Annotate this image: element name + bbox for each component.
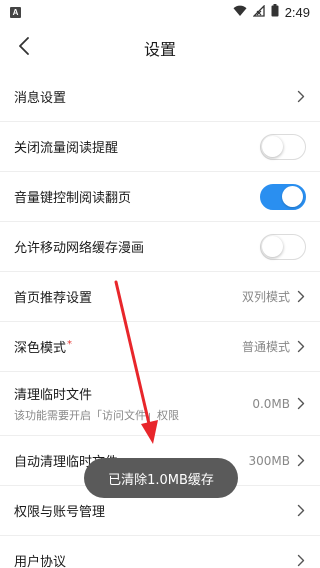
chevron-right-icon xyxy=(296,90,306,104)
row-label: 权限与账号管理 xyxy=(14,505,106,520)
row-message-settings[interactable]: 消息设置 xyxy=(0,72,320,122)
row-label: 允许移动网络缓存漫画 xyxy=(14,241,145,256)
row-clear-temp-files[interactable]: 清理临时文件 该功能需要开启「访问文件」权限 0.0MB xyxy=(0,372,320,436)
row-value: 300MB xyxy=(248,453,291,468)
close-data-reading-reminder-toggle[interactable] xyxy=(260,133,306,160)
row-label: 首页推荐设置 xyxy=(14,291,93,306)
row-user-agreement[interactable]: 用户协议 xyxy=(0,536,320,568)
row-close-data-reading-reminder: 关闭流量阅读提醒 xyxy=(0,122,320,172)
status-time: 2:49 xyxy=(284,4,310,20)
status-bar: A 2:49 xyxy=(0,0,320,24)
app-notification-icon: A xyxy=(10,6,21,18)
settings-screen: A 2:49 设置 消息设置 关闭流量阅读提醒 音量键控制阅读翻页 允许移动网络… xyxy=(0,0,320,568)
chevron-right-icon xyxy=(296,397,306,411)
row-homepage-recommend[interactable]: 首页推荐设置 双列模式 xyxy=(0,272,320,322)
wifi-icon xyxy=(233,5,247,20)
toggle-knob xyxy=(262,135,283,157)
allow-mobile-cache-comics-toggle[interactable] xyxy=(260,233,306,260)
row-label: 音量键控制阅读翻页 xyxy=(14,191,132,206)
chevron-right-icon xyxy=(296,340,306,354)
row-dark-mode[interactable]: 深色模式* 普通模式 xyxy=(0,322,320,372)
toggle-knob xyxy=(282,185,303,207)
toggle-knob xyxy=(262,235,283,257)
row-label: 深色模式 xyxy=(14,341,67,356)
page-title: 设置 xyxy=(143,40,176,59)
back-button[interactable] xyxy=(12,36,36,60)
toast-message: 已清除1.0MB缓存 xyxy=(84,458,238,498)
new-marker: * xyxy=(67,338,73,350)
row-value: 双列模式 xyxy=(241,290,290,304)
chevron-right-icon xyxy=(296,504,306,518)
row-value: 普通模式 xyxy=(241,340,290,354)
row-allow-mobile-cache-comics: 允许移动网络缓存漫画 xyxy=(0,222,320,272)
title-bar: 设置 xyxy=(0,24,320,72)
row-description: 该功能需要开启「访问文件」权限 xyxy=(14,409,179,422)
chevron-right-icon xyxy=(296,454,306,468)
row-label: 消息设置 xyxy=(14,91,67,106)
volume-key-page-turn-toggle[interactable] xyxy=(260,183,306,210)
signal-icon xyxy=(252,3,265,20)
row-label: 用户协议 xyxy=(14,555,67,568)
chevron-right-icon xyxy=(296,290,306,304)
battery-icon xyxy=(271,4,279,20)
row-volume-key-page-turn: 音量键控制阅读翻页 xyxy=(0,172,320,222)
row-label: 清理临时文件 xyxy=(14,388,93,403)
chevron-left-icon xyxy=(18,37,30,59)
row-value: 0.0MB xyxy=(252,396,290,411)
row-label: 关闭流量阅读提醒 xyxy=(14,141,119,156)
chevron-right-icon xyxy=(296,554,306,568)
